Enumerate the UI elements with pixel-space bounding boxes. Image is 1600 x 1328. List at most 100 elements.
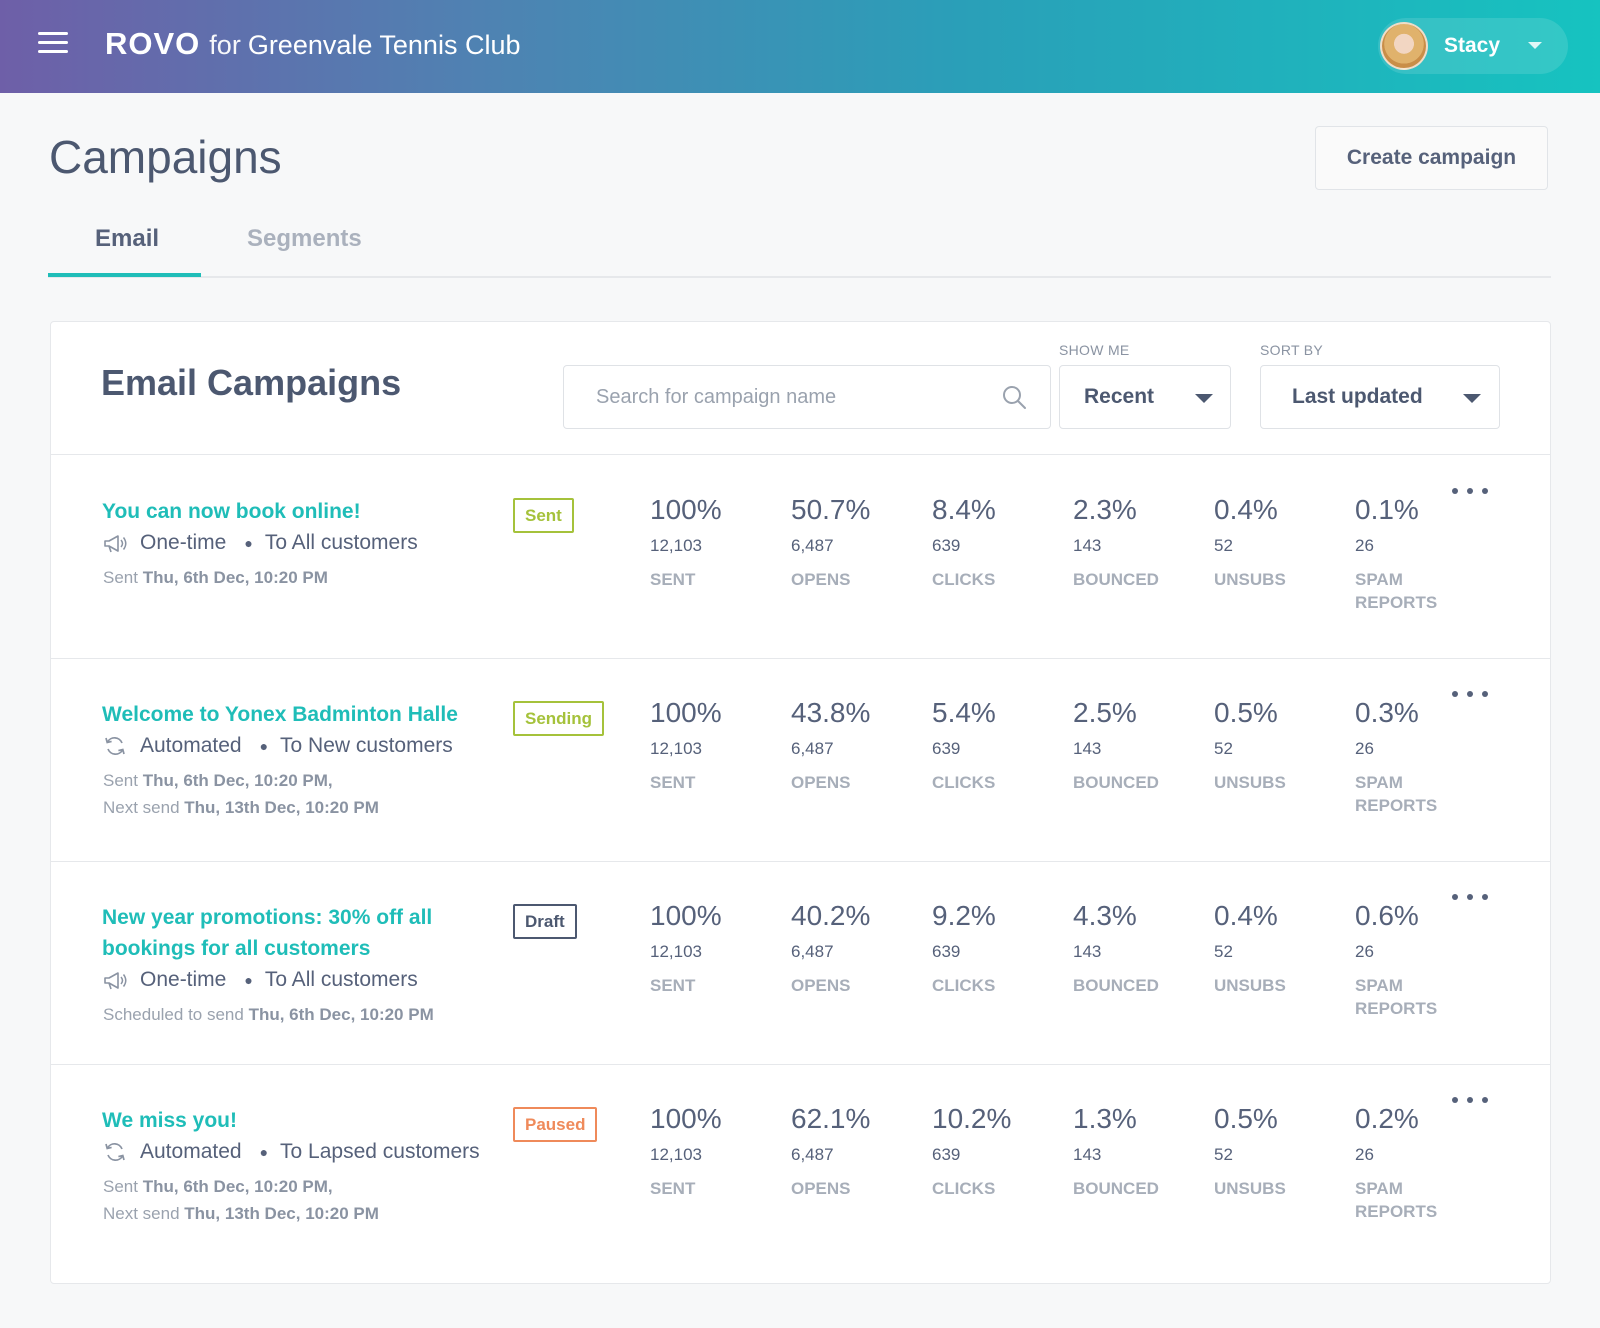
campaign-meta: Automated ● To New customers xyxy=(102,734,453,758)
menu-icon[interactable] xyxy=(38,32,68,58)
send-date-line: Sent Thu, 6th Dec, 10:20 PM, xyxy=(103,767,379,794)
app-logo[interactable]: ROVO for Greenvale Tennis Club xyxy=(105,26,520,62)
campaign-audience: To All customers xyxy=(264,531,418,554)
stat-unsubs: 0.4% 52 UNSUBS xyxy=(1214,900,1344,997)
stat-count: 143 xyxy=(1073,942,1102,961)
create-campaign-button[interactable]: Create campaign xyxy=(1315,126,1548,190)
stat-percent: 62.1% xyxy=(791,1103,871,1134)
stat-label: SENT xyxy=(650,773,696,792)
stat-label: UNSUBS xyxy=(1214,1179,1286,1198)
send-date-prefix: Scheduled to send xyxy=(103,1005,244,1024)
stat-percent: 2.5% xyxy=(1073,697,1137,728)
stat-count: 639 xyxy=(932,536,961,555)
campaign-name-link[interactable]: Welcome to Yonex Badminton Halle xyxy=(102,699,492,730)
show-me-select[interactable]: Recent xyxy=(1059,365,1231,429)
more-options-icon[interactable] xyxy=(1452,685,1488,703)
sort-by-select[interactable]: Last updated xyxy=(1260,365,1500,429)
more-options-icon[interactable] xyxy=(1452,888,1488,906)
stat-label: OPENS xyxy=(791,570,851,589)
campaign-meta: One-time ● To All customers xyxy=(102,968,418,992)
tab-email[interactable]: Email xyxy=(95,225,159,253)
campaign-name-link[interactable]: You can now book online! xyxy=(102,496,492,527)
next-send-prefix: Next send xyxy=(103,1204,180,1223)
stat-label: BOUNCED xyxy=(1073,773,1159,792)
stat-label: SPAM REPORTS xyxy=(1355,773,1438,815)
stat-bounced: 1.3% 143 BOUNCED xyxy=(1073,1103,1203,1200)
stat-percent: 8.4% xyxy=(932,494,996,525)
top-bar: ROVO for Greenvale Tennis Club Stacy xyxy=(0,0,1600,93)
campaign-row: You can now book online! One-time ● To All … xyxy=(51,456,1550,659)
stat-count: 639 xyxy=(932,1145,961,1164)
stat-label: SENT xyxy=(650,1179,696,1198)
stat-percent: 0.5% xyxy=(1214,1103,1278,1134)
stat-sent: 100% 12,103 SENT xyxy=(650,900,780,997)
stat-count: 6,487 xyxy=(791,1145,834,1164)
tab-segments[interactable]: Segments xyxy=(247,225,362,253)
campaign-type: Automated xyxy=(140,1140,242,1163)
active-tab-indicator xyxy=(48,273,201,277)
megaphone-icon xyxy=(102,532,128,554)
next-send-prefix: Next send xyxy=(103,798,180,817)
more-options-icon[interactable] xyxy=(1452,482,1488,500)
stat-label: CLICKS xyxy=(932,570,996,589)
caret-down-icon xyxy=(1463,394,1481,403)
next-send-line: Next send Thu, 13th Dec, 10:20 PM xyxy=(103,1200,379,1227)
next-send-date: Thu, 13th Dec, 10:20 PM xyxy=(184,798,379,817)
stat-unsubs: 0.5% 52 UNSUBS xyxy=(1214,697,1344,794)
stat-opens: 40.2% 6,487 OPENS xyxy=(791,900,921,997)
stat-count: 143 xyxy=(1073,1145,1102,1164)
send-date-line: Scheduled to send Thu, 6th Dec, 10:20 PM xyxy=(103,1001,434,1028)
campaign-audience: To Lapsed customers xyxy=(280,1140,480,1163)
stat-unsubs: 0.5% 52 UNSUBS xyxy=(1214,1103,1344,1200)
send-date-prefix: Sent xyxy=(103,568,138,587)
campaign-name-link[interactable]: We miss you! xyxy=(102,1105,492,1136)
separator-dot: ● xyxy=(244,972,253,988)
stat-count: 26 xyxy=(1355,739,1374,758)
more-options-icon[interactable] xyxy=(1452,1091,1488,1109)
sort-by-label: SORT BY xyxy=(1260,342,1324,358)
stat-bounced: 4.3% 143 BOUNCED xyxy=(1073,900,1203,997)
search-box xyxy=(563,365,1051,429)
caret-down-icon xyxy=(1195,394,1213,403)
stat-clicks: 8.4% 639 CLICKS xyxy=(932,494,1062,591)
stat-count: 639 xyxy=(932,739,961,758)
stat-spam-reports: 0.3% 26 SPAM REPORTS xyxy=(1355,697,1485,817)
stat-count: 12,103 xyxy=(650,1145,702,1164)
campaign-row: New year promotions: 30% off all booking… xyxy=(51,862,1550,1065)
campaign-dates: Sent Thu, 6th Dec, 10:20 PM, Next send Th… xyxy=(103,1173,379,1227)
separator-dot: ● xyxy=(244,535,253,551)
search-input[interactable] xyxy=(564,366,984,428)
chevron-down-icon xyxy=(1528,42,1542,49)
campaign-name-link[interactable]: New year promotions: 30% off all booking… xyxy=(102,902,492,964)
stat-label: CLICKS xyxy=(932,1179,996,1198)
stat-percent: 100% xyxy=(650,900,722,931)
page-title: Campaigns xyxy=(49,131,282,183)
stat-spam-reports: 0.2% 26 SPAM REPORTS xyxy=(1355,1103,1485,1223)
status-badge: Sending xyxy=(513,701,605,736)
stat-spam-reports: 0.6% 26 SPAM REPORTS xyxy=(1355,900,1485,1020)
stat-count: 6,487 xyxy=(791,942,834,961)
send-date-prefix: Sent xyxy=(103,771,138,790)
logo-wordmark: ROVO xyxy=(105,26,201,61)
logo-for-text: for xyxy=(209,30,241,60)
email-campaigns-card: Email Campaigns SHOW ME Recent SORT BY L… xyxy=(50,321,1551,1284)
stat-sent: 100% 12,103 SENT xyxy=(650,697,780,794)
campaign-dates: Scheduled to send Thu, 6th Dec, 10:20 PM xyxy=(103,1001,434,1028)
stat-label: SPAM REPORTS xyxy=(1355,1179,1438,1221)
stat-percent: 0.5% xyxy=(1214,697,1278,728)
stat-count: 12,103 xyxy=(650,942,702,961)
send-date-line: Sent Thu, 6th Dec, 10:20 PM xyxy=(103,564,328,591)
refresh-icon xyxy=(102,1141,128,1163)
send-date: Thu, 6th Dec, 10:20 PM, xyxy=(142,1177,333,1196)
campaign-row: Welcome to Yonex Badminton Halle Automate… xyxy=(51,659,1550,862)
stat-count: 12,103 xyxy=(650,739,702,758)
stat-clicks: 10.2% 639 CLICKS xyxy=(932,1103,1062,1200)
user-menu-button[interactable]: Stacy xyxy=(1378,18,1568,74)
stat-count: 6,487 xyxy=(791,536,834,555)
stat-label: SENT xyxy=(650,570,696,589)
search-icon[interactable] xyxy=(1001,384,1027,410)
send-date: Thu, 6th Dec, 10:20 PM xyxy=(248,1005,434,1024)
next-send-line: Next send Thu, 13th Dec, 10:20 PM xyxy=(103,794,379,821)
stat-percent: 1.3% xyxy=(1073,1103,1137,1134)
stat-unsubs: 0.4% 52 UNSUBS xyxy=(1214,494,1344,591)
